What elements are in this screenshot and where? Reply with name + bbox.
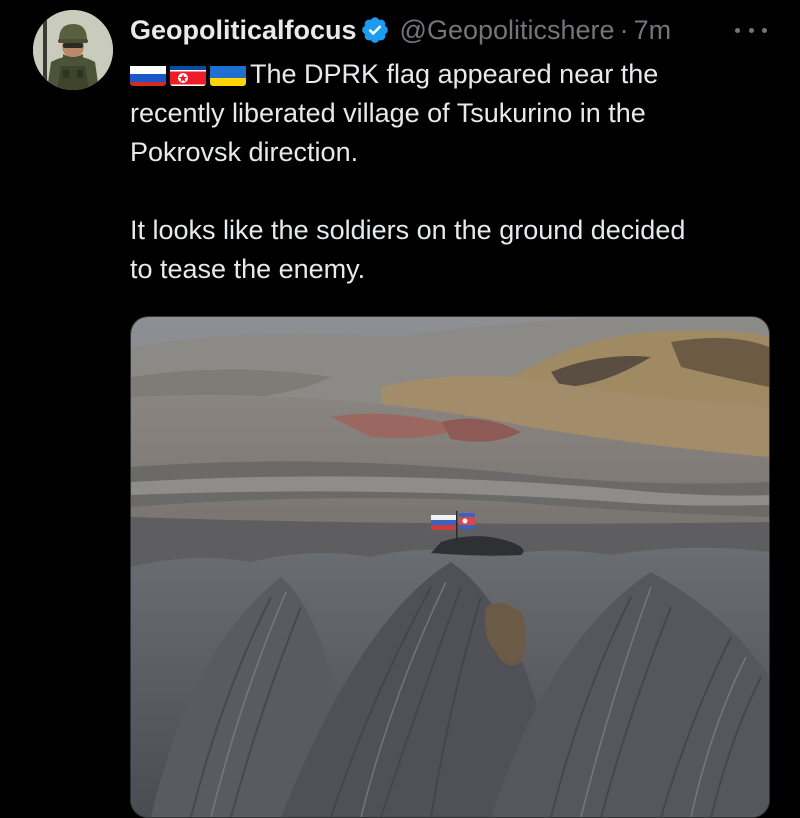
avatar[interactable] [33,10,113,90]
display-name[interactable]: Geopoliticalfocus [130,15,357,46]
more-options-icon[interactable] [735,20,767,40]
tweet-header: Geopoliticalfocus @Geopoliticshere · 7m [130,8,770,52]
user-handle[interactable]: @Geopoliticshere [400,15,615,46]
russia-flag-icon [130,62,166,86]
tweet-line-4: It looks like the soldiers on the ground… [130,215,686,245]
north-korea-flag-icon [170,62,206,86]
tweet-line-3: Pokrovsk direction. [130,137,359,167]
verified-badge-icon [361,17,388,43]
tweet-text-line-1: The DPRK flag appeared near the [250,59,659,89]
tweet-text: The DPRK flag appeared near the recently… [130,55,770,289]
tweet-media-photo[interactable] [130,316,770,818]
tweet-line-5: to tease the enemy. [130,254,366,284]
tweet[interactable]: Geopoliticalfocus @Geopoliticshere · 7m [0,0,800,818]
soldier-avatar-icon [33,10,113,90]
separator-dot: · [619,14,629,45]
tweet-line-2: recently liberated village of Tsukurino … [130,98,646,128]
tweet-line-1: The DPRK flag appeared near the [130,55,770,94]
flags-on-spoil-tip-photo [131,317,769,817]
ukraine-flag-icon [210,62,246,86]
timestamp[interactable]: 7m [634,15,672,46]
